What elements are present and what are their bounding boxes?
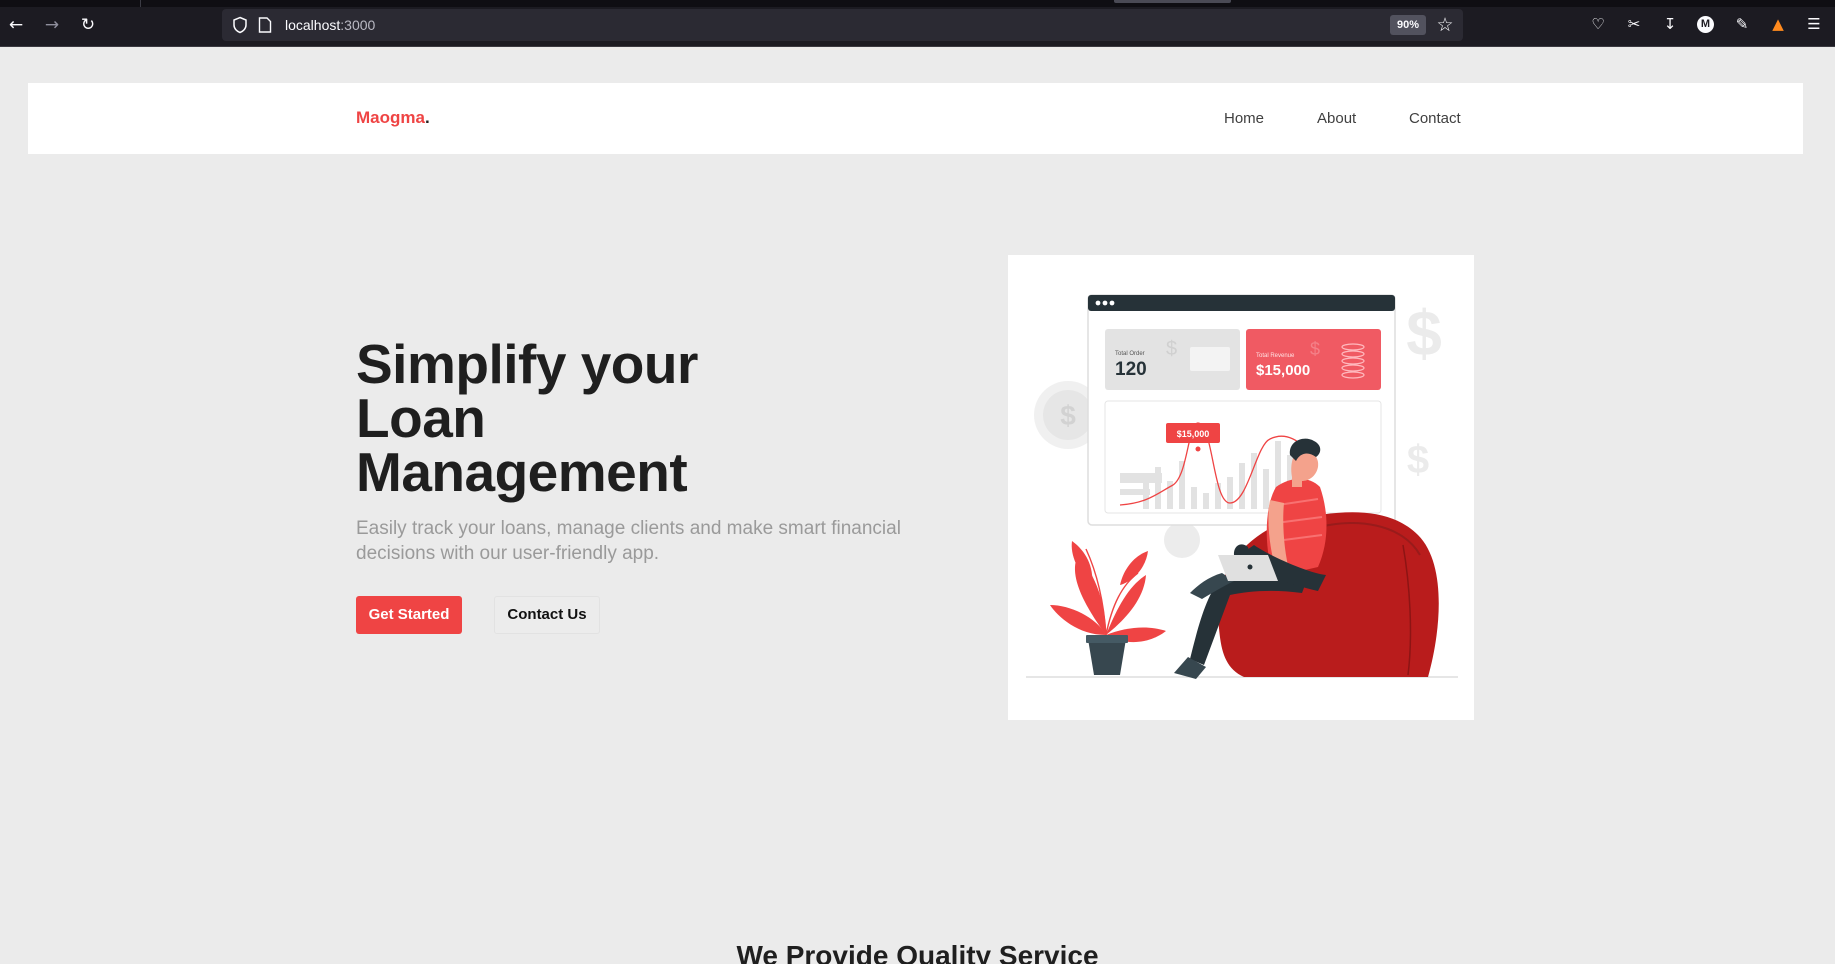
hero-title: Simplify your Loan Management [356, 333, 876, 503]
site-header: Maogma. Home About Contact [28, 83, 1803, 154]
card-dollar-sign: $ [1166, 338, 1177, 360]
tab-strip [0, 0, 1835, 7]
hero-title-line: Management [356, 441, 688, 503]
chart-value-tag: $15,000 [1177, 429, 1210, 439]
screenshot-icon[interactable]: ✂ [1624, 14, 1644, 34]
hero-title-line: Loan [356, 387, 486, 449]
pocket-icon[interactable]: ♡ [1588, 14, 1608, 34]
nav-home[interactable]: Home [1224, 110, 1264, 127]
contact-us-button[interactable]: Contact Us [494, 596, 600, 634]
page-icon [258, 17, 272, 33]
site-logo[interactable]: Maogma. [356, 108, 430, 128]
nav-about[interactable]: About [1317, 110, 1356, 127]
tab-separator [140, 0, 141, 7]
get-started-button[interactable]: Get Started [356, 596, 462, 634]
extensions-icon[interactable]: ✎ [1732, 14, 1752, 34]
card-total-order-label: Total Order [1115, 351, 1145, 357]
hero-illustration: $ $ $ Total Order 120 $ Total Revenue $1… [1008, 255, 1474, 720]
card-total-order-value: 120 [1115, 359, 1147, 380]
url-text[interactable]: localhost:3000 [285, 16, 375, 34]
metamask-fox-icon[interactable]: ▲ [1768, 14, 1788, 34]
bookmark-star-icon[interactable]: ☆ [1434, 14, 1456, 36]
account-avatar-icon[interactable]: M [1697, 16, 1714, 33]
coin-dollar-sign: $ [1060, 400, 1076, 431]
address-bar[interactable]: localhost:3000 90% ☆ [222, 9, 1463, 41]
bg-dollar-sign: $ [1406, 297, 1442, 369]
card-total-revenue-value: $15,000 [1256, 362, 1310, 379]
hero-title-line: Simplify your [356, 333, 698, 395]
active-tab-indicator[interactable] [1114, 0, 1231, 3]
forward-icon[interactable]: → [40, 13, 64, 37]
bg-dollar-sign: $ [1407, 438, 1429, 482]
back-icon[interactable]: ← [4, 13, 28, 37]
card-total-revenue-label: Total Revenue [1256, 353, 1295, 359]
card-dollar-sign: $ [1310, 339, 1320, 359]
hero-subtitle: Easily track your loans, manage clients … [356, 518, 901, 564]
zoom-level-badge[interactable]: 90% [1389, 15, 1426, 35]
shield-icon[interactable] [231, 16, 249, 34]
reload-icon[interactable]: ↻ [76, 13, 100, 37]
download-icon[interactable]: ↧ [1660, 14, 1680, 34]
nav-contact[interactable]: Contact [1409, 110, 1461, 127]
section-title: We Provide Quality Service [736, 940, 1099, 964]
browser-toolbar: ← → ↻ localhost:3000 90% ☆ ♡ ✂ ↧ M ✎ ▲ ☰ [0, 0, 1835, 47]
finance-illustration: $ $ $ Total Order 120 $ Total Revenue $1… [1026, 294, 1458, 679]
menu-hamburger-icon[interactable]: ☰ [1804, 14, 1824, 34]
